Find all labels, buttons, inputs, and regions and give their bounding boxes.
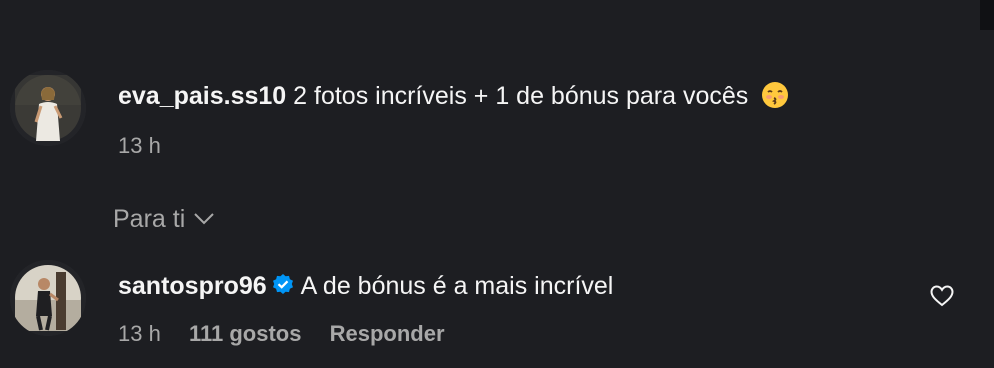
reply-body: santospro96 A de bónus é a mais incrível… xyxy=(118,268,613,347)
avatar-photo-icon xyxy=(10,70,86,146)
reply-button[interactable]: Responder xyxy=(330,321,445,346)
reply-text: A de bónus é a mais incrível xyxy=(300,272,614,300)
heart-outline-icon[interactable] xyxy=(930,285,954,307)
comment-sort-dropdown[interactable]: Para ti xyxy=(113,205,215,234)
kissing-face-emoji-icon xyxy=(761,81,789,119)
caption-text: 2 fotos incríveis + 1 de bónus para você… xyxy=(293,82,749,110)
panel-edge xyxy=(980,0,994,30)
caption-username[interactable]: eva_pais.ss10 xyxy=(118,82,286,110)
caption-body: eva_pais.ss10 2 fotos incríveis + 1 de b… xyxy=(118,78,789,159)
avatar[interactable] xyxy=(10,260,86,336)
reply-timestamp[interactable]: 13 h xyxy=(118,321,161,346)
verified-badge-icon xyxy=(271,271,295,307)
caption-timestamp[interactable]: 13 h xyxy=(118,133,161,158)
caption-line: eva_pais.ss10 2 fotos incríveis + 1 de b… xyxy=(118,78,789,119)
avatar-photo-icon xyxy=(10,260,86,336)
reply-likes-count[interactable]: 111 gostos xyxy=(189,321,302,346)
comments-panel: eva_pais.ss10 2 fotos incríveis + 1 de b… xyxy=(0,0,994,368)
reply-username[interactable]: santospro96 xyxy=(118,272,267,300)
reply-meta: 13 h 111 gostos Responder xyxy=(118,321,613,347)
chevron-down-icon xyxy=(194,213,214,225)
avatar[interactable] xyxy=(10,70,86,146)
reply-line: santospro96 A de bónus é a mais incrível xyxy=(118,268,613,307)
caption-meta: 13 h xyxy=(118,133,789,159)
comment-sort-label: Para ti xyxy=(113,205,186,233)
